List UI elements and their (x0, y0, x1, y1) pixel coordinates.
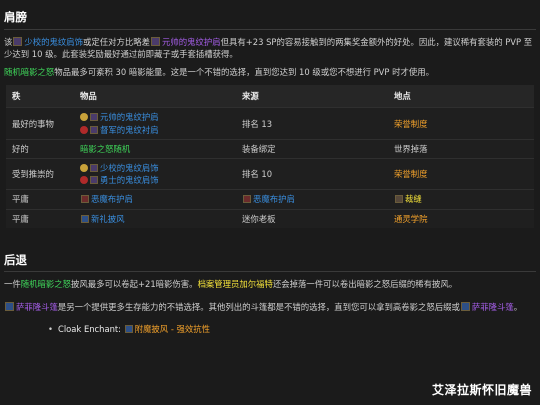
text-prefix: 一件 (4, 279, 21, 290)
enchant-link[interactable]: 附魔披风 - 强效抗性 (135, 324, 210, 334)
item-link-sapphiron-drape[interactable]: 萨菲隆斗篷 (472, 302, 514, 312)
rank-cell: 好的 (6, 138, 74, 159)
site-watermark: 艾泽拉斯怀旧魔兽 (431, 382, 532, 397)
text-mid: 披风最多可以卷起+21暗影伤害。 (71, 279, 198, 290)
item-link[interactable]: 督军的鬼纹衬肩 (100, 125, 159, 135)
item-link[interactable]: 暗影之怒随机 (80, 144, 130, 154)
cloak-icon (460, 301, 470, 311)
shoulder-icon (151, 36, 160, 46)
horde-emblem-icon (80, 176, 88, 185)
item-link[interactable]: 少校的鬼纹肩饰 (100, 163, 159, 173)
table-header-row: 秩 物品 来源 地点 (6, 85, 534, 108)
npc-link-archivist-galford[interactable]: 档案管理员加尔福特 (198, 279, 273, 289)
source-cell: 迷你老板 (236, 208, 388, 228)
item-cell: 元帅的鬼纹护肩 督军的鬼纹衬肩 (74, 107, 236, 140)
section-divider (4, 28, 536, 30)
anvil-icon (395, 195, 403, 204)
item-link[interactable]: 新礼披风 (91, 214, 125, 224)
item-cell: 暗影之怒随机 (74, 138, 236, 159)
rank-cell: 最好的事物 (6, 107, 74, 140)
shadow-wrath-paragraph: 随机暗影之怒物品最多可紊积 30 暗影能量。这是一个不错的选择，直到您达到 10… (4, 66, 536, 78)
source-link[interactable]: 恶魔布护肩 (253, 194, 295, 204)
item-cell: 恶魔布护肩 (74, 189, 236, 210)
sapphiron-paragraph: 萨菲隆斗篷是另一个提供更多生存能力的不错选择。其他列出的斗篷都是不错的选择，直到… (4, 301, 536, 313)
alliance-emblem-icon (80, 113, 88, 122)
shoulder-icon (90, 113, 98, 122)
location-link[interactable]: 通灵学院 (394, 214, 428, 224)
header-location: 地点 (388, 85, 534, 108)
list-item: Cloak Enchant: 附魔披风 - 强效抗性 (48, 323, 536, 335)
item-cell: 新礼披风 (74, 208, 236, 228)
table-row: 平庸 恶魔布护肩 恶魔布护肩 裁缝 (6, 189, 534, 210)
location-cell: 通灵学院 (388, 208, 534, 228)
shoulder-items-table: 秩 物品 来源 地点 最好的事物 元帅的鬼纹护肩 督军的鬼纹衬肩 排名 13 荣… (6, 85, 534, 228)
shoulder-icon (81, 195, 89, 204)
table-row: 好的 暗影之怒随机 装备绑定 世界掉落 (6, 138, 534, 159)
item-link-random-shadow-wrath[interactable]: 随机暗影之怒 (4, 67, 54, 77)
enchant-label: Cloak Enchant: (58, 323, 122, 334)
header-item: 物品 (74, 85, 236, 108)
text-suffix: 还会掉落一件可以卷出暗影之怒后缀的稀有披风。 (272, 279, 458, 290)
shoulder-icon (243, 195, 251, 204)
shoulder-icon (13, 36, 23, 46)
item-link-random-shadow-wrath[interactable]: 随机暗影之怒 (21, 279, 71, 289)
shoulder-intro-paragraph: 该少校的鬼纹肩饰或定任对方比略差 元帅的鬼纹护肩但具有+23 SP的容易接触到的两… (4, 36, 536, 60)
enchant-scroll-icon (124, 324, 133, 333)
location-cell: 裁缝 (388, 189, 534, 210)
source-cell: 装备绑定 (236, 138, 388, 159)
rank-cell: 受到推崇的 (6, 157, 74, 190)
location-cell: 荣誉制度 (388, 157, 534, 190)
shoulder-icon (90, 125, 98, 134)
item-link[interactable]: 元帅的鬼纹护肩 (100, 112, 159, 122)
item-link-sapphiron-drape[interactable]: 萨菲隆斗篷 (16, 302, 58, 312)
location-cell: 世界掉落 (388, 138, 534, 159)
header-rank: 秩 (6, 85, 74, 108)
alliance-emblem-icon (80, 163, 88, 172)
location-link[interactable]: 荣誉制度 (394, 169, 428, 179)
section-title-shoulders: 肩膀 (4, 10, 27, 24)
text-prefix: 该 (4, 36, 13, 47)
rank-cell: 平庸 (6, 189, 74, 210)
back-intro-paragraph: 一件随机暗影之怒披风最多可以卷起+21暗影伤害。档案管理员加尔福特还会掉落一件可… (4, 278, 536, 290)
source-cell: 恶魔布护肩 (236, 189, 388, 210)
source-cell: 排名 10 (236, 157, 388, 190)
header-source: 来源 (236, 85, 388, 108)
source-cell: 排名 13 (236, 107, 388, 140)
table-row: 平庸 新礼披风 迷你老板 通灵学院 (6, 208, 534, 228)
location-link[interactable]: 荣誉制度 (394, 119, 428, 129)
item-link-marshal-shoulder[interactable]: 元帅的鬼纹护肩 (162, 37, 221, 47)
shoulder-icon (90, 163, 98, 172)
section-title-back: 后退 (4, 252, 27, 267)
rank-cell: 平庸 (6, 208, 74, 228)
location-link[interactable]: 裁缝 (405, 194, 422, 204)
text-mid: 或定任对方比略差 (83, 36, 150, 47)
table-row: 受到推崇的 少校的鬼纹肩饰 勇士的鬼纹肩饰 排名 10 荣誉制度 (6, 157, 534, 190)
table-row: 最好的事物 元帅的鬼纹护肩 督军的鬼纹衬肩 排名 13 荣誉制度 (6, 107, 534, 140)
item-link-major-shoulder[interactable]: 少校的鬼纹肩饰 (24, 37, 83, 47)
cloak-icon (5, 301, 14, 311)
guide-page: 肩膀 该少校的鬼纹肩饰或定任对方比略差 元帅的鬼纹护肩但具有+23 SP的容易接触… (0, 0, 540, 405)
enchant-list: Cloak Enchant: 附魔披风 - 强效抗性 (18, 323, 536, 335)
paragraph-text: 是另一个提供更多生存能力的不错选择。其他列出的斗篷都是不错的选择，直到您可以拿到… (57, 301, 460, 312)
paragraph-text: 物品最多可紊积 30 暗影能量。这是一个不错的选择，直到您达到 10 级或您不想… (54, 67, 434, 78)
item-link[interactable]: 勇士的鬼纹肩饰 (100, 175, 159, 185)
paragraph-end: 。 (513, 301, 523, 312)
location-cell: 荣誉制度 (388, 107, 534, 140)
horde-emblem-icon (80, 125, 88, 134)
item-cell: 少校的鬼纹肩饰 勇士的鬼纹肩饰 (74, 157, 236, 190)
shoulder-icon (90, 176, 98, 185)
section-divider (4, 271, 536, 273)
item-link[interactable]: 恶魔布护肩 (91, 194, 133, 204)
cloak-icon (81, 214, 89, 223)
